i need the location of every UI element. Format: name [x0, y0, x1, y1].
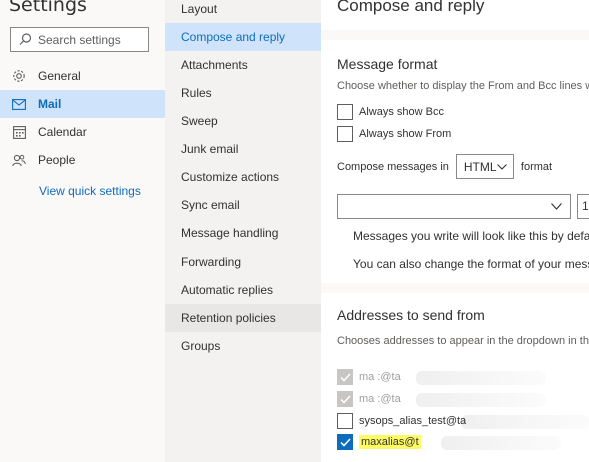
submenu-item-automatic-replies[interactable]: Automatic replies: [165, 276, 321, 304]
address-label: maxalias@t: [359, 435, 421, 449]
addresses-description: Chooses addresses to appear in the dropd…: [337, 335, 589, 347]
view-quick-settings-link[interactable]: View quick settings: [39, 184, 141, 198]
checkbox-label: Always show From: [359, 128, 452, 140]
always-show-from-checkbox[interactable]: [337, 126, 353, 142]
always-show-bcc-checkbox[interactable]: [337, 104, 353, 120]
nav-item-label: Mail: [38, 97, 62, 111]
redacted-blur: [441, 436, 561, 450]
compose-format-dropdown[interactable]: HTML: [455, 154, 514, 179]
submenu-item-layout[interactable]: Layout: [165, 0, 321, 23]
page-title: Compose and reply: [337, 0, 485, 15]
submenu-item-sync-email[interactable]: Sync email: [165, 191, 321, 219]
search-box[interactable]: [10, 27, 149, 52]
nav-item-label: People: [38, 153, 76, 167]
submenu-item-attachments[interactable]: Attachments: [165, 51, 321, 79]
submenu-item-message-handling[interactable]: Message handling: [165, 219, 321, 247]
checkmark-icon: [339, 372, 351, 382]
submenu-item-rules[interactable]: Rules: [165, 79, 321, 107]
address-label: ma :@ta: [359, 393, 401, 405]
addresses-title: Addresses to send from: [337, 307, 485, 323]
submenu-item-retention-policies[interactable]: Retention policies: [165, 304, 321, 332]
redacted-blur: [416, 371, 546, 385]
submenu-item-sweep[interactable]: Sweep: [165, 107, 321, 135]
calendar-icon: [0, 125, 38, 139]
redacted-blur: [416, 393, 546, 407]
chevron-down-icon: [497, 163, 507, 170]
address-checkbox: [337, 369, 353, 385]
gear-icon: [0, 69, 38, 83]
addresses-card: Addresses to send from Chooses addresses…: [321, 293, 589, 462]
compose-suffix-label: format: [520, 160, 553, 173]
address-checkbox: [337, 391, 353, 407]
address-label: ma :@ta: [359, 371, 401, 383]
font-family-dropdown[interactable]: [337, 194, 571, 219]
address-item[interactable]: ma :@ta: [337, 391, 401, 407]
mail-submenu-pane: Layout Compose and reply Attachments Rul…: [165, 0, 321, 462]
address-label: sysops_alias_test@ta: [359, 415, 467, 427]
search-icon: [19, 33, 32, 45]
nav-item-calendar[interactable]: Calendar: [0, 118, 165, 146]
compose-prefix-label: Compose messages in: [337, 160, 449, 173]
nav-item-label: Calendar: [38, 125, 87, 139]
address-checkbox[interactable]: [337, 434, 353, 450]
message-format-description: Choose whether to display the From and B…: [337, 80, 589, 92]
submenu-item-groups[interactable]: Groups: [165, 332, 321, 360]
submenu-item-forwarding[interactable]: Forwarding: [165, 248, 321, 276]
submenu-item-junk-email[interactable]: Junk email: [165, 135, 321, 163]
submenu-item-customize-actions[interactable]: Customize actions: [165, 163, 321, 191]
checkmark-icon: [339, 394, 351, 404]
message-format-title: Message format: [337, 56, 438, 72]
chevron-down-icon: [551, 203, 562, 210]
font-size-dropdown[interactable]: 1: [577, 194, 589, 219]
submenu-item-compose-and-reply[interactable]: Compose and reply: [165, 23, 321, 51]
preview-line-1: Messages you write will look like this b…: [353, 229, 589, 243]
compose-reply-content: Compose and reply Message format Choose …: [321, 0, 589, 462]
address-checkbox[interactable]: [337, 413, 353, 429]
address-item[interactable]: ma :@ta: [337, 369, 401, 385]
always-show-bcc-option[interactable]: Always show Bcc: [337, 104, 444, 120]
nav-item-general[interactable]: General: [0, 62, 165, 90]
checkbox-label: Always show Bcc: [359, 106, 444, 118]
people-icon: [0, 154, 38, 167]
mail-icon: [0, 98, 38, 110]
address-item[interactable]: sysops_alias_test@ta: [337, 413, 466, 429]
search-input[interactable]: [38, 32, 138, 47]
always-show-from-option[interactable]: Always show From: [337, 126, 451, 142]
nav-item-label: General: [38, 69, 81, 83]
nav-item-mail[interactable]: Mail: [0, 90, 165, 118]
preview-line-2: You can also change the format of your m…: [353, 257, 589, 271]
settings-title: Settings: [9, 0, 87, 16]
compose-format-row: Compose messages in HTML format: [337, 154, 552, 179]
compose-format-value: HTML: [463, 159, 497, 174]
redacted-blur: [461, 415, 589, 429]
settings-nav-pane: Settings General Mail: [0, 0, 165, 462]
title-band: Compose and reply: [321, 0, 589, 30]
nav-item-people[interactable]: People: [0, 146, 165, 174]
checkmark-icon: [339, 437, 351, 447]
address-item[interactable]: maxalias@t: [337, 434, 421, 450]
